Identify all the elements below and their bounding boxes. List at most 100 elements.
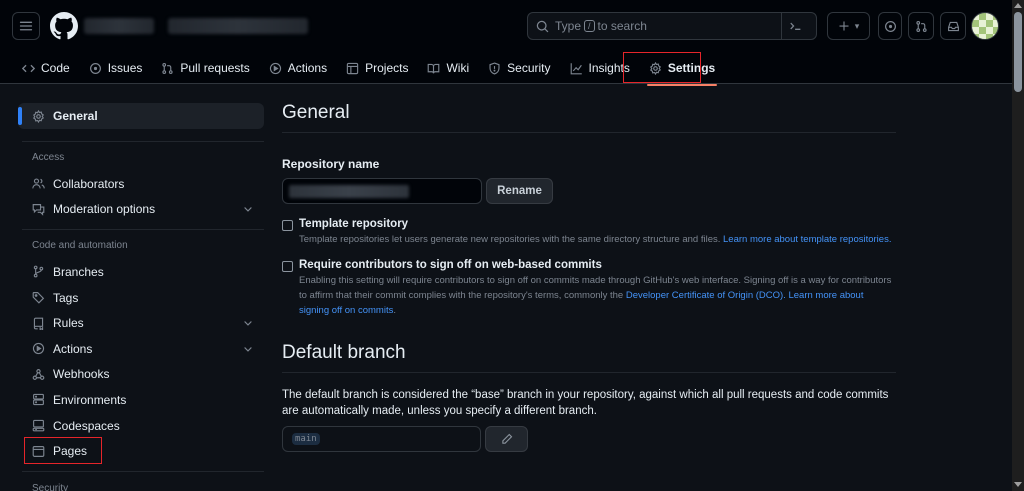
plus-icon [839, 21, 849, 31]
repo-name-redacted[interactable] [168, 18, 308, 34]
search-shortcut-key: / [584, 20, 595, 32]
chevron-down-icon [244, 346, 252, 352]
sidebar-item-environments[interactable]: Environments [18, 387, 264, 413]
search-input[interactable]: Type / to search [527, 12, 817, 40]
command-palette-button[interactable] [781, 13, 809, 39]
sidebar-item-general[interactable]: General [18, 103, 264, 129]
scroll-down-arrow-icon[interactable] [1014, 482, 1022, 487]
dco-link[interactable]: Developer Certificate of Origin (DCO). [626, 290, 786, 301]
learn-more-template-link[interactable]: Learn more about template repositories. [723, 234, 891, 245]
tab-actions-label: Actions [287, 61, 328, 75]
inbox-icon [947, 21, 959, 31]
code-icon [22, 64, 35, 72]
signoff-title: Require contributors to sign off on web-… [299, 259, 602, 271]
signoff-checkbox[interactable] [282, 261, 293, 272]
comment-discussion-icon [32, 203, 45, 216]
gear-icon [33, 109, 44, 123]
tab-insights[interactable]: Insights [562, 54, 638, 82]
issue-opened-icon [884, 20, 896, 32]
tab-pull-requests[interactable]: Pull requests [153, 54, 257, 82]
settings-main: General Repository name Rename Template … [282, 102, 896, 452]
sidebar-item-label: Collaborators [53, 176, 125, 191]
git-branch-icon [33, 266, 44, 278]
search-icon [536, 20, 549, 32]
sidebar-item-tags[interactable]: Tags [18, 285, 264, 311]
sidebar-item-moderation[interactable]: Moderation options [18, 197, 264, 223]
user-avatar[interactable] [971, 12, 999, 40]
pencil-icon [501, 433, 512, 444]
tab-issues[interactable]: Issues [81, 54, 151, 82]
template-repository-hint: Template repositories let users generate… [299, 232, 891, 247]
people-icon [32, 178, 45, 189]
tag-icon [32, 292, 45, 304]
divider [22, 141, 264, 142]
sidebar-item-label: Rules [53, 316, 84, 331]
tab-pull-requests-label: Pull requests [180, 61, 250, 75]
issues-button[interactable] [878, 12, 902, 40]
edit-default-branch-button[interactable] [485, 426, 528, 452]
inbox-button[interactable] [940, 12, 966, 40]
tab-settings[interactable]: Settings [641, 54, 723, 86]
tab-issues-label: Issues [107, 61, 143, 75]
tab-wiki-label: Wiki [446, 61, 470, 75]
gear-icon [649, 61, 661, 75]
shield-icon [489, 61, 500, 75]
tab-settings-label: Settings [667, 61, 716, 75]
search-placeholder-pre: Type [555, 19, 582, 33]
sidebar-item-collaborators[interactable]: Collaborators [18, 171, 264, 197]
template-repository-checkbox[interactable] [282, 220, 293, 231]
webhook-icon [32, 368, 45, 380]
sidebar-item-actions[interactable]: Actions [18, 336, 264, 362]
scroll-up-arrow-icon[interactable] [1014, 3, 1022, 8]
template-repository-hint-text: Template repositories let users generate… [299, 234, 721, 245]
git-pull-request-icon [162, 62, 173, 74]
tab-actions[interactable]: Actions [261, 54, 335, 82]
sidebar-item-label: Branches [53, 264, 104, 279]
chevron-down-icon [244, 207, 252, 213]
hamburger-icon [19, 21, 33, 31]
pull-requests-button[interactable] [908, 12, 934, 40]
sidebar-heading-security: Security [32, 482, 69, 491]
template-repository-title: Template repository [299, 218, 409, 230]
play-icon [32, 343, 45, 355]
sidebar-item-codespaces[interactable]: Codespaces [18, 413, 264, 439]
menu-button[interactable] [12, 12, 40, 40]
tab-wiki[interactable]: Wiki [419, 54, 477, 82]
issue-opened-icon [89, 62, 101, 74]
repository-name-input[interactable] [282, 178, 482, 204]
sidebar-item-label: Webhooks [53, 367, 110, 382]
tab-security[interactable]: Security [480, 54, 558, 82]
create-new-button[interactable]: ▾ [827, 12, 870, 40]
tab-security-label: Security [507, 61, 551, 75]
page-title: General [282, 102, 896, 133]
tab-projects[interactable]: Projects [338, 54, 416, 82]
sidebar-item-label: General [53, 109, 98, 123]
tab-code-label: Code [41, 61, 70, 75]
sidebar-item-pages[interactable]: Pages [18, 438, 264, 464]
sidebar-item-webhooks[interactable]: Webhooks [18, 362, 264, 388]
repo-push-icon [33, 317, 44, 330]
tab-code[interactable]: Code [14, 54, 78, 82]
graph-icon [570, 62, 582, 74]
repository-name-redacted [289, 185, 409, 198]
template-repository-option: Template repository Template repositorie… [282, 218, 896, 247]
sidebar-heading-code-automation: Code and automation [32, 240, 128, 252]
table-icon [346, 62, 359, 74]
scrollbar-thumb[interactable] [1014, 12, 1022, 92]
signoff-hint-period: . [393, 305, 396, 316]
tab-insights-label: Insights [588, 61, 630, 75]
sidebar-item-branches[interactable]: Branches [18, 259, 264, 285]
sidebar-item-rules[interactable]: Rules [18, 310, 264, 336]
global-header: Type / to search ▾ Code Issues Pull requ… [0, 0, 1012, 86]
repo-nav: Code Issues Pull requests Actions Projec… [0, 52, 1012, 86]
browser-icon [32, 445, 45, 457]
github-logo-icon[interactable] [50, 12, 78, 40]
rename-button[interactable]: Rename [486, 178, 553, 204]
default-branch-value: main [292, 433, 320, 445]
search-placeholder-post: to search [597, 19, 647, 33]
sidebar-heading-access: Access [32, 152, 65, 163]
page-scrollbar[interactable] [1012, 0, 1024, 491]
divider [22, 229, 264, 231]
owner-name-redacted[interactable] [84, 18, 154, 34]
default-branch-field: main [282, 426, 481, 452]
